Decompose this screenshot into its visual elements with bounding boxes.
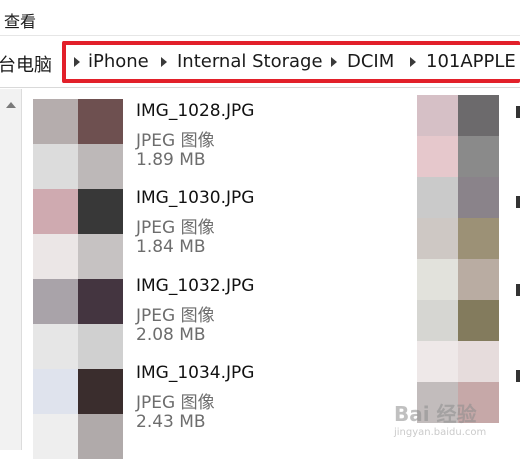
thumb-tile xyxy=(33,369,78,414)
breadcrumb-dcim[interactable]: DCIM xyxy=(347,51,394,72)
thumb-tile xyxy=(417,300,458,341)
breadcrumb-root[interactable]: 台电脑 xyxy=(0,51,52,77)
file-thumbnail[interactable] xyxy=(33,369,123,459)
file-size: 1.84 MB xyxy=(136,237,206,257)
breadcrumb-101apple[interactable]: 101APPLE xyxy=(426,51,516,72)
thumb-tile xyxy=(417,177,458,218)
thumb-tile xyxy=(33,234,78,279)
menu-bar: 查看 xyxy=(0,0,520,36)
scroll-up-icon[interactable] xyxy=(6,102,16,108)
thumb-tile xyxy=(417,136,458,177)
thumb-tile xyxy=(33,324,78,369)
thumb-tile xyxy=(458,341,499,382)
thumb-tile xyxy=(78,144,123,189)
thumb-tile xyxy=(78,414,123,459)
right-thumbnail-column[interactable] xyxy=(417,95,499,423)
file-type: JPEG 图像 xyxy=(136,306,215,326)
file-name[interactable]: IMG_1032.JPG xyxy=(136,276,254,296)
thumb-tile xyxy=(417,341,458,382)
file-size: 1.89 MB xyxy=(136,150,206,170)
thumb-tile xyxy=(78,234,123,279)
thumb-tile xyxy=(458,300,499,341)
file-type: JPEG 图像 xyxy=(136,393,215,413)
chevron-right-icon[interactable] xyxy=(74,57,80,67)
thumb-tile xyxy=(417,259,458,300)
navigation-pane[interactable] xyxy=(0,89,22,450)
thumb-tile xyxy=(78,99,123,144)
chevron-right-icon[interactable] xyxy=(410,57,416,67)
thumb-tile xyxy=(417,95,458,136)
thumb-tile xyxy=(458,218,499,259)
baidu-jingyan-watermark: Bai 经验 jingyan.baidu.com xyxy=(394,398,486,438)
chevron-right-icon[interactable] xyxy=(161,57,167,67)
file-type: JPEG 图像 xyxy=(136,218,215,238)
thumb-tile xyxy=(417,218,458,259)
file-thumbnail[interactable] xyxy=(33,99,123,189)
watermark-text: Bai 经验 xyxy=(394,402,477,426)
truncated-file-name xyxy=(516,196,520,208)
breadcrumb-internal-storage[interactable]: Internal Storage xyxy=(177,51,323,72)
thumb-tile xyxy=(33,144,78,189)
thumb-tile xyxy=(33,99,78,144)
file-thumbnail[interactable] xyxy=(33,189,123,279)
truncated-file-name xyxy=(516,370,520,382)
truncated-file-name xyxy=(516,106,520,118)
thumb-tile xyxy=(458,177,499,218)
file-name[interactable]: IMG_1028.JPG xyxy=(136,101,254,121)
thumb-tile xyxy=(78,324,123,369)
thumb-tile xyxy=(458,95,499,136)
thumb-tile xyxy=(458,259,499,300)
file-size: 2.08 MB xyxy=(136,325,206,345)
thumb-tile xyxy=(458,136,499,177)
thumb-tile xyxy=(33,189,78,234)
thumb-tile xyxy=(78,279,123,324)
thumb-tile xyxy=(78,189,123,234)
breadcrumb-iphone[interactable]: iPhone xyxy=(88,51,149,72)
truncated-file-name xyxy=(516,284,520,296)
file-name[interactable]: IMG_1034.JPG xyxy=(136,363,254,383)
thumb-tile xyxy=(33,279,78,324)
file-size: 2.43 MB xyxy=(136,412,206,432)
chevron-right-icon[interactable] xyxy=(331,57,337,67)
file-type: JPEG 图像 xyxy=(136,131,215,151)
watermark-subtext: jingyan.baidu.com xyxy=(394,427,487,438)
file-name[interactable]: IMG_1030.JPG xyxy=(136,188,254,208)
menu-view[interactable]: 查看 xyxy=(4,8,36,32)
thumb-tile xyxy=(33,414,78,459)
thumb-tile xyxy=(78,369,123,414)
file-thumbnail[interactable] xyxy=(33,279,123,369)
